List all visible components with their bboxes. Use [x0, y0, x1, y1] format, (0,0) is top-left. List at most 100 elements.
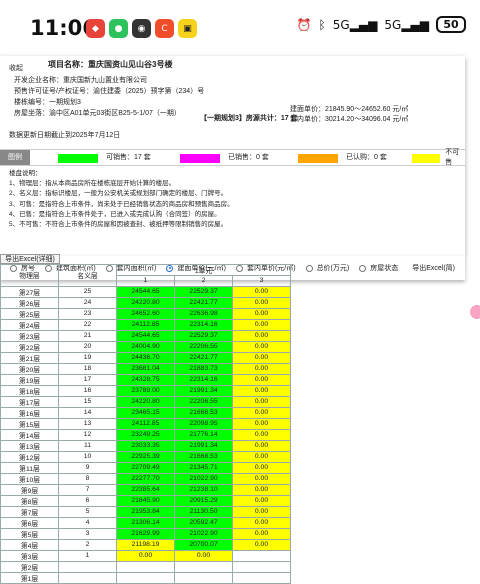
table-row: 第13层 11 23033.35 21991.34 0.00	[0, 439, 291, 452]
room-price-cell[interactable]: 21130.50	[174, 505, 233, 518]
room-price-cell[interactable]: 22709.49	[116, 461, 175, 474]
room-price-cell[interactable]: 24328.75	[116, 373, 175, 386]
room-price-cell[interactable]: 22098.95	[174, 417, 233, 430]
room-price-cell[interactable]: 21953.84	[116, 505, 175, 518]
room-price-cell[interactable]: 0.00	[232, 439, 291, 452]
room-price-cell[interactable]: 22636.98	[174, 307, 233, 320]
room-price-cell[interactable]	[174, 560, 233, 573]
room-price-cell[interactable]: 0.00	[232, 307, 291, 320]
room-price-cell[interactable]: 21022.90	[174, 527, 233, 540]
room-price-cell[interactable]: 21345.71	[174, 461, 233, 474]
room-price-cell[interactable]: 24112.85	[116, 417, 175, 430]
room-price-cell[interactable]: 0.00	[232, 428, 291, 441]
room-price-cell[interactable]: 23465.15	[116, 406, 175, 419]
room-price-cell[interactable]: 0.00	[232, 296, 291, 309]
table-row: 第5层 3 21629.99 21022.90 0.00	[0, 527, 291, 540]
room-price-cell[interactable]: 21306.14	[116, 516, 175, 529]
room-price-cell[interactable]	[232, 571, 291, 584]
room-price-cell[interactable]: 0.00	[232, 362, 291, 375]
room-price-cell[interactable]	[116, 560, 175, 573]
room-price-cell[interactable]: 22421.77	[174, 296, 233, 309]
room-price-cell[interactable]: 0.00	[232, 516, 291, 529]
floating-assistant-button[interactable]	[470, 305, 480, 319]
system-icons: ⏰ ᛒ 5G▂▄▆ 5G▂▄▆ 50	[297, 16, 466, 33]
room-price-cell[interactable]: 0.00	[232, 472, 291, 485]
room-price-cell[interactable]: 0.00	[232, 483, 291, 496]
room-price-cell[interactable]: 21629.99	[116, 527, 175, 540]
table-row: 第21层 19 24436.70 22421.77 0.00	[0, 351, 291, 364]
room-price-cell[interactable]: 21845.90	[116, 494, 175, 507]
room-price-cell[interactable]: 0.00	[232, 340, 291, 353]
room-price-cell[interactable]: 24436.70	[116, 351, 175, 364]
room-price-cell[interactable]: 23681.04	[116, 362, 175, 375]
floor-nominal-cell: 24	[58, 296, 117, 309]
room-price-cell[interactable]: 24652.60	[116, 307, 175, 320]
room-price-cell[interactable]: 0.00	[232, 318, 291, 331]
room-price-cell[interactable]: 0.00	[232, 417, 291, 430]
room-price-cell[interactable]: 0.00	[232, 329, 291, 342]
room-price-cell[interactable]	[232, 549, 291, 562]
room-price-cell[interactable]: 21883.73	[174, 362, 233, 375]
export-detail-button[interactable]: 导出Excel(详细)	[0, 254, 60, 264]
room-price-cell[interactable]: 22421.77	[174, 351, 233, 364]
room-price-cell[interactable]: 24544.65	[116, 285, 175, 298]
room-price-cell[interactable]: 22314.16	[174, 373, 233, 386]
room-price-cell[interactable]: 20915.29	[174, 494, 233, 507]
room-price-cell[interactable]: 21022.90	[174, 472, 233, 485]
room-price-cell[interactable]: 0.00	[232, 538, 291, 551]
floor-physical-cell: 第24层	[0, 318, 59, 331]
room-price-cell[interactable]: 24220.80	[116, 395, 175, 408]
room-price-cell[interactable]: 0.00	[116, 549, 175, 562]
room-price-cell[interactable]: 20700.07	[174, 538, 233, 551]
room-price-cell[interactable]: 22529.37	[174, 285, 233, 298]
room-price-cell[interactable]: 0.00	[232, 351, 291, 364]
room-price-cell[interactable]: 0.00	[232, 505, 291, 518]
room-price-cell[interactable]: 0.00	[232, 373, 291, 386]
room-price-cell[interactable]: 0.00	[232, 395, 291, 408]
room-price-cell[interactable]: 0.00	[232, 406, 291, 419]
room-price-cell[interactable]: 22385.64	[116, 483, 175, 496]
room-price-cell[interactable]: 20592.47	[174, 516, 233, 529]
room-price-cell[interactable]: 0.00	[232, 527, 291, 540]
room-price-cell[interactable]: 22206.55	[174, 395, 233, 408]
notes-title: 楼盘说明：	[9, 170, 42, 177]
room-price-cell[interactable]: 21198.19	[116, 538, 175, 551]
room-price-cell[interactable]: 24112.85	[116, 318, 175, 331]
room-price-cell[interactable]: 21668.53	[174, 450, 233, 463]
floor-physical-cell: 第22层	[0, 340, 59, 353]
room-price-cell[interactable]: 0.00	[232, 285, 291, 298]
room-price-cell[interactable]: 0.00	[232, 494, 291, 507]
room-price-cell[interactable]: 24220.80	[116, 296, 175, 309]
collapse-link[interactable]: 收起	[9, 64, 23, 74]
room-price-cell[interactable]: 21991.34	[174, 439, 233, 452]
room-price-cell[interactable]: 22277.70	[116, 472, 175, 485]
room-price-cell[interactable]	[116, 571, 175, 584]
room-price-cell[interactable]: 21668.53	[174, 406, 233, 419]
room-price-cell[interactable]: 24004.90	[116, 340, 175, 353]
table-row: 第2层	[0, 560, 291, 573]
room-price-cell[interactable]	[232, 560, 291, 573]
room-price-cell[interactable]: 23033.35	[116, 439, 175, 452]
license-number: 预售许可证号/产权证号：渝住建委（2025）预字第（234）号	[14, 88, 205, 95]
room-price-cell[interactable]: 23789.00	[116, 384, 175, 397]
room-price-cell[interactable]: 22529.37	[174, 329, 233, 342]
table-row: 第24层 22 24112.85 22314.16 0.00	[0, 318, 291, 331]
room-price-cell[interactable]: 0.00	[232, 384, 291, 397]
note-line: 3、可售：是指符合上市条件，尚未处于已经销售状态的商品房和预售商品房。	[9, 200, 234, 208]
room-price-cell[interactable]: 21776.14	[174, 428, 233, 441]
app-notification-icon: C	[155, 19, 174, 38]
table-row: 第19层 17 24328.75 22314.16 0.00	[0, 373, 291, 386]
room-price-cell[interactable]: 0.00	[232, 461, 291, 474]
room-price-cell[interactable]: 23249.25	[116, 428, 175, 441]
room-price-cell[interactable]: 24544.65	[116, 329, 175, 342]
room-price-cell[interactable]: 0.00	[232, 450, 291, 463]
floor-nominal-cell: 14	[58, 406, 117, 419]
room-price-cell[interactable]	[174, 571, 233, 584]
room-price-cell[interactable]: 21238.10	[174, 483, 233, 496]
room-price-cell[interactable]: 22925.39	[116, 450, 175, 463]
developer-name: 开发企业名称：重庆国新九山置业有限公司	[14, 77, 147, 84]
room-price-cell[interactable]: 22206.55	[174, 340, 233, 353]
room-price-cell[interactable]: 0.00	[174, 549, 233, 562]
room-price-cell[interactable]: 21991.34	[174, 384, 233, 397]
room-price-cell[interactable]: 22314.16	[174, 318, 233, 331]
